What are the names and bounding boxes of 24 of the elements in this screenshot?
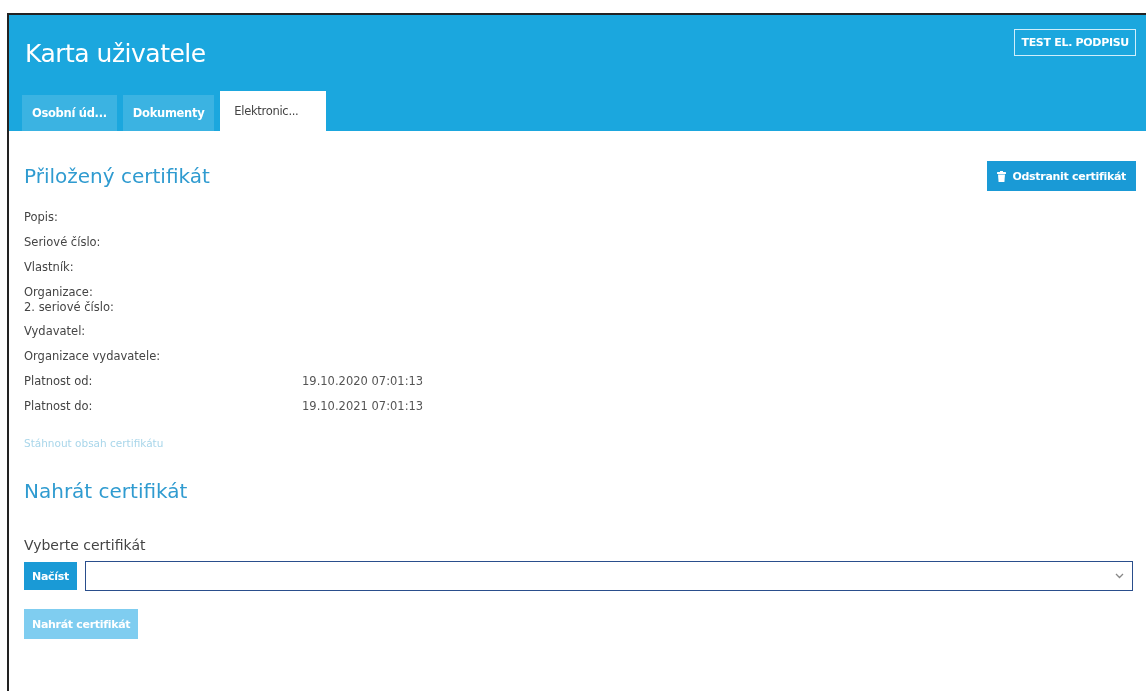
section-heading: Nahrát certifikát (24, 479, 189, 503)
field-label: Vydavatel: (24, 324, 87, 338)
field-label: Seriové číslo: (24, 235, 102, 249)
field-label: Vlastník: (24, 260, 75, 274)
field-label: 2. seriové číslo: (24, 300, 115, 314)
trash-icon (997, 170, 1007, 182)
load-button[interactable]: Načíst (24, 562, 77, 590)
field-label: Vyberte certifikát (24, 537, 147, 553)
field-value: 19.10.2021 07:01:13 (302, 399, 424, 414)
test-signature-button[interactable]: TEST EL. PODPISU (1014, 29, 1136, 56)
remove-certificate-button[interactable]: Odstranit certifikát (987, 161, 1136, 191)
certificate-select[interactable] (84, 561, 1133, 591)
field-label: Organizace: (24, 285, 94, 299)
page-title: Karta uživatele (25, 39, 206, 68)
field-value: 19.10.2020 07:01:13 (302, 374, 424, 389)
field-label: Organizace vydavatele: (24, 349, 162, 363)
field-label: Platnost do: (24, 399, 94, 413)
tab[interactable]: Elektronic... (220, 91, 327, 131)
tab[interactable]: Dokumenty (122, 95, 215, 131)
field-label: Popis: (24, 210, 59, 224)
tab[interactable]: Osobní úd... (22, 95, 117, 131)
section-heading: Přiložený certifikát (24, 164, 210, 188)
field-label: Platnost od: (24, 374, 94, 388)
chevron-down-icon (1115, 573, 1124, 579)
